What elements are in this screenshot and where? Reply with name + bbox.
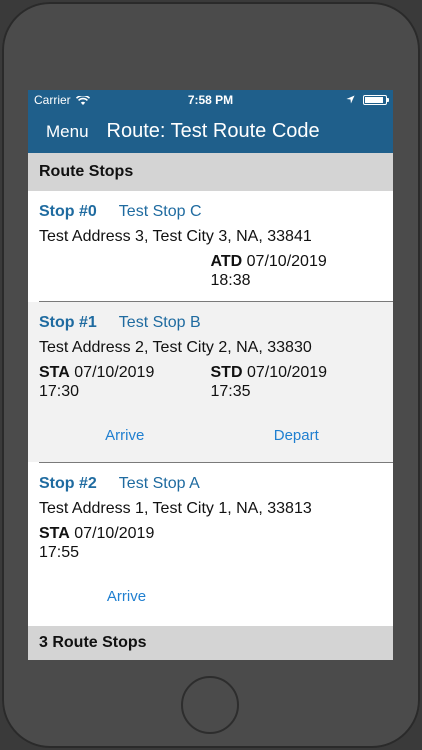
footer-summary: 3 Route Stops [28, 626, 393, 660]
stop-number: Stop #1 [39, 314, 97, 331]
stop-address: Test Address 3, Test City 3, NA, 33841 [39, 228, 312, 245]
page-title: Route: Test Route Code [106, 120, 320, 142]
sta-label: STA [39, 525, 70, 542]
stop-number: Stop #0 [39, 203, 97, 220]
app-screen: Carrier 7:58 PM Menu Route: Test Route C… [28, 90, 393, 660]
std-time: 17:35 [210, 383, 251, 400]
sta-date: 07/10/2019 [74, 525, 155, 542]
depart-button[interactable]: Depart [211, 427, 383, 444]
std-date: 07/10/2019 [246, 364, 328, 381]
home-button[interactable] [181, 676, 239, 734]
sta-date: 07/10/2019 [74, 364, 155, 381]
stop-number: Stop #2 [39, 475, 97, 492]
atd-time: 18:38 [210, 272, 251, 289]
stop-name: Test Stop C [118, 203, 202, 220]
stop-row-2[interactable]: Stop #2 Test Stop A Test Address 1, Test… [28, 463, 393, 623]
sta-time: 17:30 [39, 383, 80, 400]
sta-time: 17:55 [39, 544, 80, 561]
stop-name: Test Stop B [118, 314, 201, 331]
clock: 7:58 PM [187, 93, 234, 107]
location-arrow-icon [346, 93, 355, 107]
atd-label: ATD [210, 253, 243, 270]
stop-name: Test Stop A [118, 475, 200, 492]
sta-block: STA 07/10/2019 17:55 [39, 524, 214, 562]
std-block: STD 07/10/2019 17:35 [211, 363, 383, 401]
battery-icon [363, 95, 389, 105]
menu-button[interactable]: Menu [46, 122, 89, 142]
section-header: Route Stops [28, 153, 393, 191]
sta-block: STA 07/10/2019 17:30 [39, 363, 211, 401]
atd-date: 07/10/2019 [246, 253, 327, 270]
stop-address: Test Address 2, Test City 2, NA, 33830 [39, 339, 312, 356]
navigation-bar: Menu Route: Test Route Code [28, 110, 393, 153]
stop-address: Test Address 1, Test City 1, NA, 33813 [39, 500, 312, 517]
arrive-button[interactable]: Arrive [39, 427, 211, 444]
arrive-button[interactable]: Arrive [39, 588, 214, 605]
stop-row-1[interactable]: Stop #1 Test Stop B Test Address 2, Test… [28, 302, 393, 462]
atd-block: ATD 07/10/2019 18:38 [211, 252, 383, 290]
stop-row-0[interactable]: Stop #0 Test Stop C Test Address 3, Test… [28, 191, 393, 301]
sta-label: STA [39, 364, 70, 381]
std-label: STD [210, 364, 243, 381]
status-bar: Carrier 7:58 PM [28, 90, 393, 110]
